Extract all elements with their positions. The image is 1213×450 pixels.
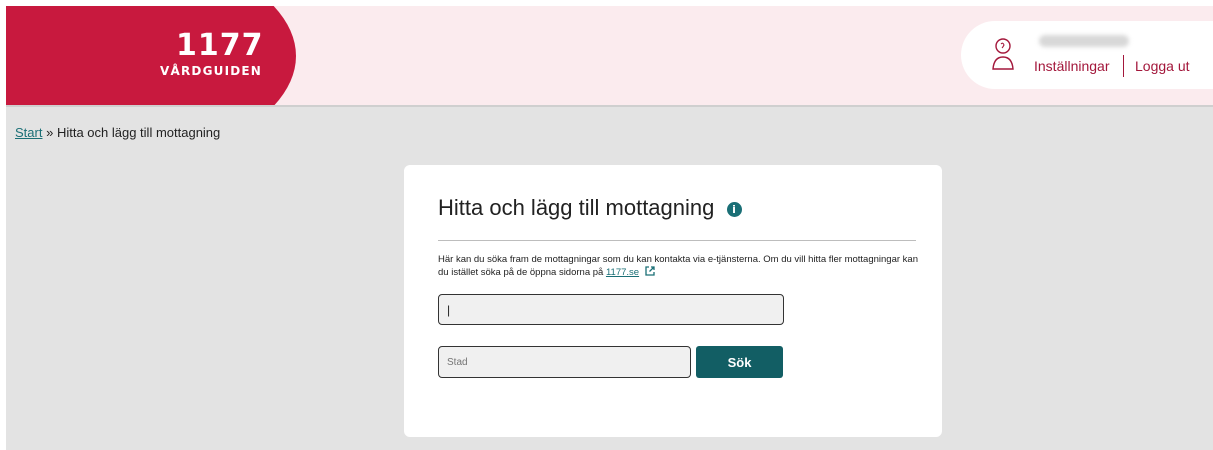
search-card: Hitta och lägg till mottagning i Här kan… <box>404 165 942 437</box>
header: 1177 VÅRDGUIDEN Inställningar Logga ut <box>6 6 1213 107</box>
city-input[interactable] <box>438 346 691 378</box>
search-input[interactable] <box>438 294 784 325</box>
description: Här kan du söka fram de mottagningar som… <box>438 253 928 279</box>
description-text: Här kan du söka fram de mottagningar som… <box>438 254 918 278</box>
logo-number: 1177 <box>176 28 264 63</box>
logo-subtitle: VÅRDGUIDEN <box>160 64 263 78</box>
info-icon[interactable]: i <box>726 201 742 217</box>
user-panel: Inställningar Logga ut <box>961 21 1213 89</box>
page-title-text: Hitta och lägg till mottagning <box>438 195 715 220</box>
search-button[interactable]: Sök <box>696 346 783 378</box>
page-title: Hitta och lägg till mottagning i <box>438 195 742 221</box>
divider <box>1123 55 1124 77</box>
user-name <box>1039 35 1129 47</box>
divider <box>438 240 916 241</box>
user-icon <box>992 38 1014 70</box>
logo[interactable]: 1177 VÅRDGUIDEN <box>6 6 296 105</box>
page: 1177 VÅRDGUIDEN Inställningar Logga ut S… <box>6 6 1213 450</box>
breadcrumb-separator: » <box>46 125 54 140</box>
breadcrumb-home-link[interactable]: Start <box>15 125 42 140</box>
logout-link[interactable]: Logga ut <box>1135 58 1190 74</box>
breadcrumb-current: Hitta och lägg till mottagning <box>56 125 221 140</box>
external-link-icon[interactable] <box>645 266 655 276</box>
breadcrumb: Start » Hitta och lägg till mottagning <box>15 125 220 140</box>
settings-link[interactable]: Inställningar <box>1034 58 1110 74</box>
external-link-1177[interactable]: 1177.se <box>606 267 639 278</box>
